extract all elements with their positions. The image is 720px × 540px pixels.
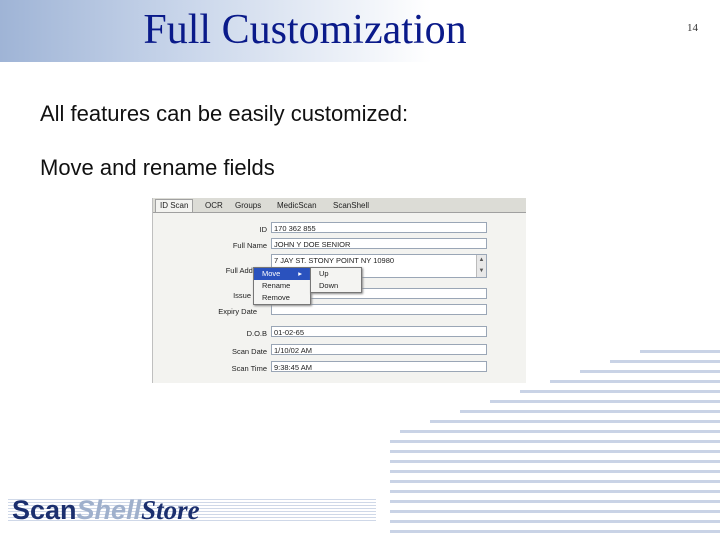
menu-item-rename[interactable]: Rename: [254, 280, 310, 292]
tab-ocr[interactable]: OCR: [201, 200, 227, 212]
field-input-full-name[interactable]: JOHN Y DOE SENIOR: [271, 238, 487, 249]
submenu: Up Down: [310, 267, 362, 293]
menu-item-remove[interactable]: Remove: [254, 292, 310, 304]
field-label-scan-date: Scan Date: [231, 347, 267, 356]
scanshell-store-logo: ScanShellStore: [8, 495, 376, 526]
scroll-up-icon[interactable]: ▲: [477, 255, 486, 266]
tab-scanshell[interactable]: ScanShell: [329, 200, 373, 212]
page-number: 14: [687, 22, 698, 34]
tab-groups[interactable]: Groups: [231, 200, 265, 212]
field-label-issue: Issue: [233, 291, 251, 300]
field-label-expiry-date: Expiry Date: [218, 307, 257, 316]
bullet-text-2: Move and rename fields: [40, 155, 275, 180]
field-input-expiry-date[interactable]: [271, 304, 487, 315]
menu-item-move[interactable]: Move ▸: [254, 268, 310, 280]
app-screenshot: ID Scan OCR Groups MedicScan ScanShell I…: [152, 198, 526, 383]
bullet-text-1: All features can be easily customized:: [40, 101, 409, 126]
tab-id-scan[interactable]: ID Scan: [155, 199, 194, 212]
tab-bar: ID Scan OCR Groups MedicScan ScanShell: [153, 198, 526, 213]
menu-item-move-label: Move: [262, 269, 281, 278]
logo-text: ScanShellStore: [12, 495, 200, 525]
field-label-scan-time: Scan Time: [231, 364, 267, 373]
context-menu: Move ▸ Rename Remove: [253, 267, 311, 305]
scroll-down-icon[interactable]: ▼: [477, 266, 486, 277]
field-value-full-address: 7 JAY ST. STONY POINT NY 10980: [274, 256, 395, 265]
field-input-scan-date[interactable]: 1/10/02 AM: [271, 344, 487, 355]
field-label-full-name: Full Name: [232, 241, 267, 250]
slide-title: Full Customization: [143, 7, 467, 53]
field-label-dob: D.O.B: [246, 329, 267, 338]
tab-medicscan[interactable]: MedicScan: [273, 200, 321, 212]
field-label-id: ID: [259, 225, 268, 234]
field-input-scan-time[interactable]: 9:38:45 AM: [271, 361, 487, 372]
submenu-arrow-icon: ▸: [298, 269, 302, 278]
address-scrollbar[interactable]: ▲ ▼: [476, 255, 486, 277]
field-input-dob[interactable]: 01-02-65: [271, 326, 487, 337]
field-input-id[interactable]: 170 362 855: [271, 222, 487, 233]
submenu-item-up[interactable]: Up: [311, 268, 361, 280]
submenu-item-down[interactable]: Down: [311, 280, 361, 292]
